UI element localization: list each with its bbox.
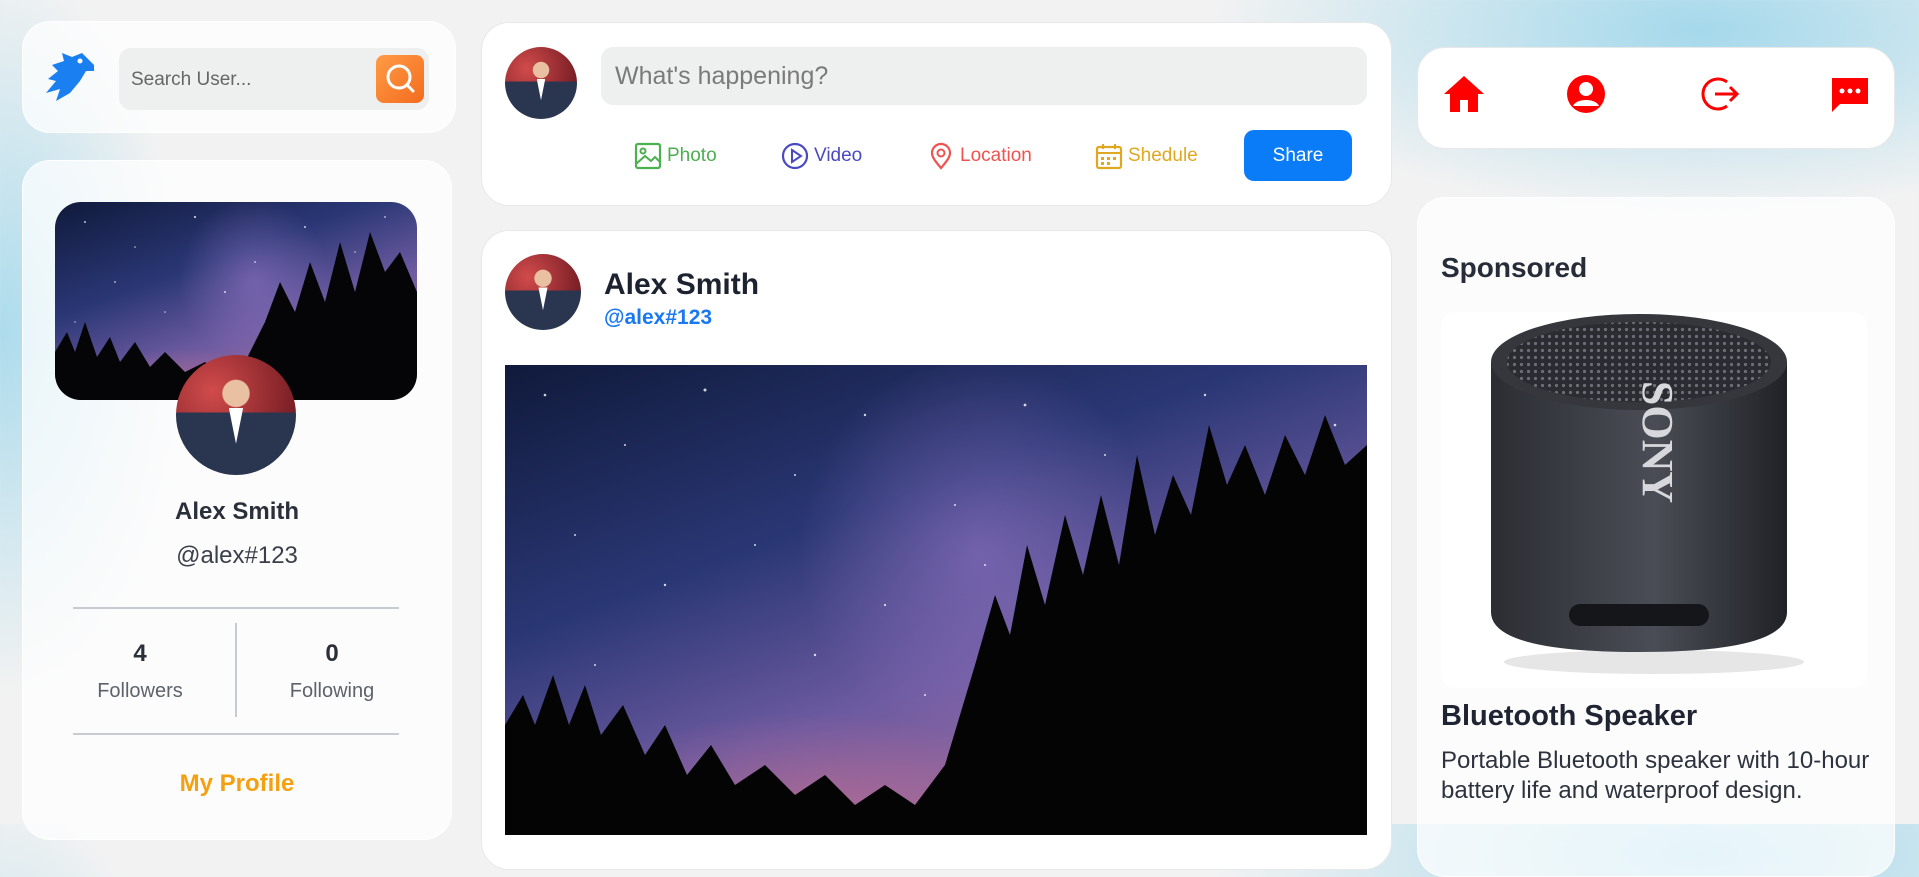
following-label[interactable]: Following [252, 680, 412, 703]
ad-product-title[interactable]: Bluetooth Speaker [1441, 700, 1697, 733]
logout-icon[interactable] [1697, 72, 1741, 116]
following-count: 0 [325, 640, 339, 667]
followers-label[interactable]: Followers [60, 680, 220, 703]
divider [73, 607, 399, 609]
image-icon [634, 142, 662, 170]
location-action[interactable]: Location [926, 140, 1032, 172]
profile-icon[interactable] [1564, 72, 1608, 116]
profile-avatar[interactable] [176, 355, 296, 475]
my-profile-link[interactable]: My Profile [22, 770, 452, 798]
post-author-name[interactable]: Alex Smith [604, 268, 759, 302]
ad-product-description: Portable Bluetooth speaker with 10-hour … [1441, 747, 1870, 804]
home-icon[interactable] [1442, 72, 1486, 116]
nav-card [1417, 47, 1895, 149]
schedule-label: Shedule [1128, 145, 1198, 166]
video-action[interactable]: Video [780, 140, 862, 172]
location-pin-icon [930, 142, 952, 170]
messages-icon[interactable] [1828, 72, 1872, 116]
post-author-handle[interactable]: @alex#123 [604, 306, 712, 330]
search-button[interactable] [376, 55, 424, 103]
video-label: Video [814, 145, 863, 166]
divider [73, 733, 399, 735]
profile-handle: @alex#123 [176, 542, 298, 569]
followers-count: 4 [133, 640, 147, 667]
search-icon [386, 64, 415, 93]
ad-product-image[interactable]: SONY [1441, 312, 1867, 688]
calendar-icon [1095, 144, 1123, 170]
composer-avatar [505, 47, 577, 119]
photo-action[interactable]: Photo [633, 140, 717, 172]
share-button[interactable]: Share [1244, 130, 1352, 181]
speaker-brand-label: SONY [1633, 381, 1682, 503]
sponsored-heading: Sponsored [1441, 252, 1588, 283]
eagle-logo-icon[interactable] [42, 49, 98, 105]
play-circle-icon [781, 142, 809, 170]
post-composer-input[interactable] [601, 47, 1367, 105]
schedule-action[interactable]: Shedule [1094, 140, 1198, 172]
profile-name: Alex Smith [174, 498, 300, 525]
post-image [505, 365, 1367, 835]
photo-label: Photo [667, 145, 717, 166]
location-label: Location [960, 145, 1032, 166]
post-author-avatar[interactable] [505, 254, 581, 330]
search-input[interactable] [129, 48, 373, 112]
stat-divider [235, 623, 237, 717]
